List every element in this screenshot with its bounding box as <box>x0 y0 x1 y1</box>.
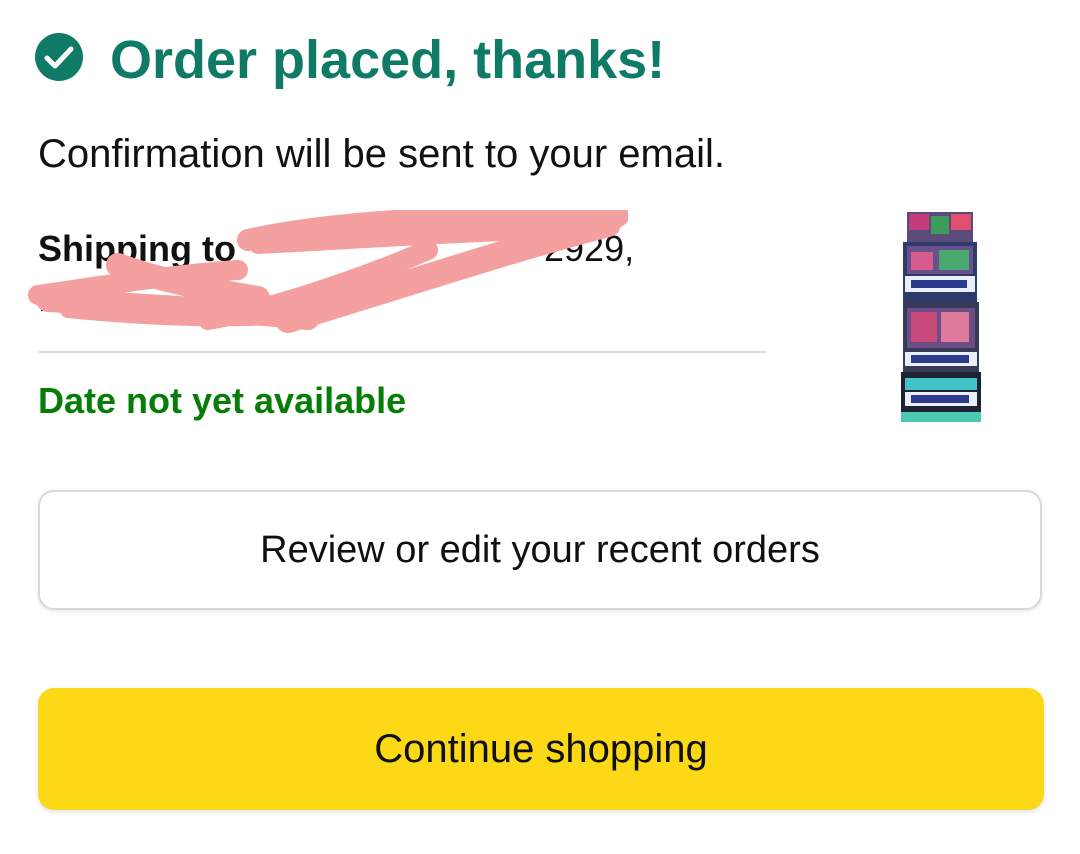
shipping-address-line2: F <box>38 278 60 319</box>
review-orders-button[interactable]: Review or edit your recent orders <box>38 490 1042 610</box>
shipping-label: Shipping to <box>38 228 236 269</box>
page-title: Order placed, thanks! <box>110 29 666 90</box>
delivery-date-status: Date not yet available <box>38 380 407 421</box>
shipping-info: Shipping to 2929, F <box>28 210 768 333</box>
check-circle-icon <box>34 32 84 87</box>
shipping-address: 2929, <box>254 228 634 270</box>
confirmation-message: Confirmation will be sent to your email. <box>38 132 725 176</box>
confirmation-header: Order placed, thanks! <box>34 32 665 87</box>
section-divider <box>38 351 766 353</box>
continue-shopping-button[interactable]: Continue shopping <box>38 688 1044 810</box>
product-box-image[interactable] <box>897 212 983 424</box>
shipping-address-fragment: 2929, <box>544 228 635 269</box>
